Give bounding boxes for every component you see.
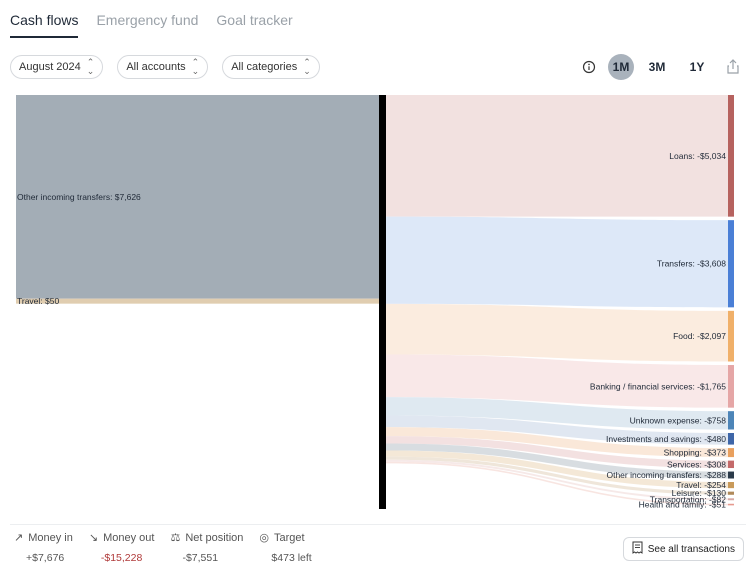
money-in-label: Money in [28,531,73,544]
target-label: Target [274,531,305,544]
incoming-node-label: Other incoming transfers: $7,626 [17,192,141,202]
arrow-up-right-icon: ↗ [14,532,24,544]
month-select-value: August 2024 [19,61,81,73]
cash-flow-sankey: Other incoming transfers: $7,626 Travel: … [16,95,734,510]
outgoing-node [728,491,734,495]
net-position-stat: ⚖ Net position -$7,551 [170,531,244,565]
outgoing-node-label: Services: -$308 [667,459,726,469]
outgoing-node-label: Loans: -$5,034 [669,151,726,161]
range-1m-button[interactable]: 1M [608,54,634,80]
summary-stats: ↗ Money in +$7,676 ↘ Money out -$15,228 … [14,531,312,565]
target-value: $473 left [271,552,312,564]
outgoing-node-label: Food: -$2,097 [673,331,726,341]
tab-goal-tracker[interactable]: Goal tracker [216,10,292,38]
arrow-down-right-icon: ↘ [88,532,99,544]
outgoing-node [728,498,734,501]
tab-cash-flows[interactable]: Cash flows [10,10,79,38]
categories-select[interactable]: All categories ⌃ ⌄ [222,55,320,79]
range-selector: 1M 3M 1Y [576,54,746,80]
accounts-select[interactable]: All accounts ⌃ ⌄ [117,55,209,79]
chevron-updown-icon: ⌃ ⌄ [303,57,311,76]
filter-bar: August 2024 ⌃ ⌄ All accounts ⌃ ⌄ All categ… [10,55,320,79]
outgoing-node [728,95,734,217]
range-3m-button[interactable]: 3M [640,54,674,80]
outgoing-node [728,460,734,469]
tab-emergency-fund[interactable]: Emergency fund [96,10,198,38]
see-all-transactions-button[interactable]: See all transactions [622,537,744,561]
outgoing-node [728,482,734,489]
outgoing-node [728,365,734,408]
outgoing-node [728,411,734,430]
sankey-center-bar [379,95,386,509]
outgoing-node [728,220,734,308]
outgoing-node-label: Unknown expense: -$758 [630,415,727,425]
incoming-node-label: Travel: $50 [17,296,59,306]
net-position-label: Net position [185,531,244,544]
sankey-outgoing-nodes [728,95,734,506]
money-in-stat: ↗ Money in +$7,676 [14,531,73,565]
money-in-value: +$7,676 [26,552,65,564]
chevron-updown-icon: ⌃ ⌄ [191,57,200,76]
money-out-value: -$15,228 [100,552,143,564]
share-icon[interactable] [720,54,746,80]
accounts-select-value: All accounts [126,61,186,73]
month-select[interactable]: August 2024 ⌃ ⌄ [10,55,104,79]
see-all-transactions-label: See all transactions [647,543,735,555]
outgoing-node [728,503,734,506]
outgoing-node-label: Health and family: -$51 [639,500,727,510]
outgoing-node-label: Banking / financial services: -$1,765 [590,381,726,391]
outgoing-node [728,448,734,458]
info-icon[interactable] [576,54,602,80]
outgoing-node [728,432,734,445]
target-icon: ◎ [259,532,270,544]
range-1y-button[interactable]: 1Y [680,54,714,80]
categories-select-value: All categories [231,61,298,73]
target-stat: ◎ Target $473 left [259,531,312,565]
net-position-value: -$7,551 [182,552,219,564]
footer-divider [10,524,746,525]
outgoing-node-label: Investments and savings: -$480 [606,434,726,444]
outgoing-node-label: Transfers: -$3,608 [657,259,726,269]
money-out-label: Money out [103,531,155,544]
scale-icon: ⚖ [170,532,181,544]
outgoing-node [728,471,734,479]
money-out-stat: ↘ Money out -$15,228 [88,531,155,565]
view-tabs: Cash flows Emergency fund Goal tracker [10,10,293,38]
outgoing-node-label: Shopping: -$373 [664,448,727,458]
chevron-updown-icon: ⌃ ⌄ [86,57,95,76]
outgoing-node-label: Other incoming transfers: -$288 [606,470,726,480]
outgoing-node [728,310,734,362]
incoming-node [16,298,379,304]
receipt-icon [632,541,643,557]
